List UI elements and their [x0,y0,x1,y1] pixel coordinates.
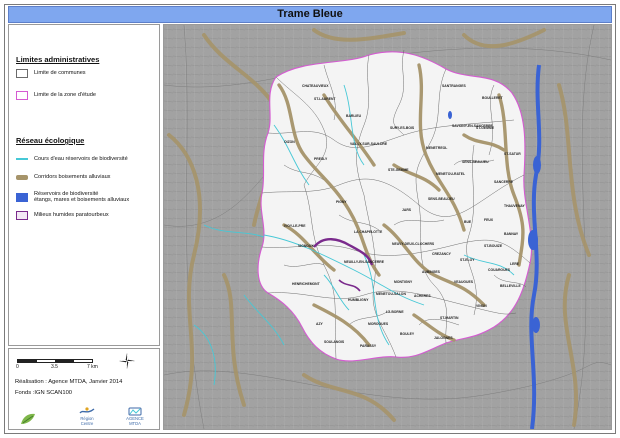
map-canvas[interactable]: CHATEAUVIEUX ST-LAURENT BARLIEU SANTRANG… [164,25,611,429]
legend-label: Milieux humides paratourbeux [34,211,109,218]
commune-label: NEUVY-DEUX-CLOCHERS [392,242,435,246]
legend-label: Limite de communes [34,69,86,76]
commune-label: THAUVENAY [504,204,526,208]
corridor-swatch [16,174,28,180]
commune-label: STE-GEMME [388,168,409,172]
legend-panel: Limites administratives Limite de commun… [8,24,160,346]
compass-rose-icon [119,353,135,369]
commune-label: PIGNY [336,200,347,204]
commune-label: VINON [476,304,487,308]
scale-segment [18,360,37,362]
study-zone-swatch [16,90,28,100]
commune-label: IVOY-LE-PRE [284,224,306,228]
commune-label: MENETOU-SALON [376,292,406,296]
map-title: Trame Bleue [8,6,612,23]
commune-label: AZY [316,322,324,326]
scale-segment [55,360,74,362]
legend-label: Corridors boisements alluviaux [34,173,111,180]
mtda-mark-icon [128,407,142,416]
reservoir-swatch [16,192,28,202]
commune-label: JARS [402,208,412,212]
wetland-swatch [16,210,28,220]
commune-label: LA CHAPELOTTE [354,230,383,234]
credit-realisation: Réalisation : Agence MTDA, Janvier 2014 [15,379,123,385]
info-panel: 0 3.5 7 km Réalisation : Agence MTDA, Ja… [8,348,160,430]
legend-label: Cours d'eau réservoirs de biodiversité [34,155,128,162]
commune-label: MOROGUES [368,322,389,326]
scale-labels: 0 3.5 7 km [15,364,115,372]
scale-tick-label: 0 [16,364,19,370]
legend-eco-title: Réseau écologique [16,136,85,145]
commune-label: SENS-BEAUJEU [428,197,455,201]
commune-label: ST-LAURENT [314,97,336,101]
region-centre-logo: Région Centre [72,404,102,426]
commune-label: VEAUGUES [454,280,474,284]
commune-label: ST-MARTIN [440,316,459,320]
commune-label: LERE [510,262,520,266]
credit-fonds: Fonds :IGN SCAN100 [15,390,73,396]
commune-label: BARLIEU [346,114,362,118]
scale-tick-label: 3.5 [51,364,58,370]
legend-item-wetlands: Milieux humides paratourbeux [16,209,109,221]
commune-label: BOULEY [400,332,415,336]
commune-label: VAILLY-SUR-SAULDRE [350,142,388,146]
commune-label: HUMBLIGNY [348,298,369,302]
logo-text: AGENCE MTDA [126,416,144,426]
departement-logo [13,404,43,426]
commune-label: CHATEAUVIEUX [302,84,329,88]
commune-label: NEUILLY-EN-SANCERRE [344,260,385,264]
legend-item-rivers: Cours d'eau réservoirs de biodiversité [16,153,128,165]
scale-bar [17,359,93,363]
legend-label: Réservoirs de biodiversité étangs, mares… [34,190,130,203]
legend-admin-title: Limites administratives [16,55,100,64]
commune-label: BUE [464,220,472,224]
commune-label: COUARGUES [488,268,511,272]
legend-item-corridors: Corridors boisements alluviaux [16,171,110,183]
scale-tick-label: 7 km [87,364,98,370]
commune-label: LA BORNE [386,310,404,314]
commune-label: CREZANCY [432,252,452,256]
legend-item-reservoirs: Réservoirs de biodiversité étangs, mares… [16,190,129,204]
commune-label: ST-SATUR [504,152,521,156]
commune-label: AUBINGES [422,270,441,274]
commune-label: JALOGNES [434,336,453,340]
commune-label: ST-GEMME [476,126,495,130]
map-area[interactable]: CHATEAUVIEUX ST-LAURENT BARLIEU SANTRANG… [163,24,612,430]
commune-label: SENS-BEAUJEU [462,160,489,164]
commune-label: HENRICHEMONT [292,282,321,286]
commune-label: BOULLERET [482,96,504,100]
commune-label: BANNAY [504,232,519,236]
logo-text: Région Centre [80,416,94,426]
commune-boundary-swatch [16,68,28,78]
commune-label: FEUX [484,218,494,222]
commune-label: SANTRANGES [442,84,466,88]
commune-label: PARASSY [360,344,377,348]
commune-label: OIZON [284,140,295,144]
commune-label: BELLEVILLE [500,284,521,288]
commune-label: MONTIGNY [394,280,413,284]
region-wave-icon [79,407,95,414]
commune-label: SURY-ES-BOIS [390,126,415,130]
commune-label: ST-ELOY [460,258,475,262]
legend-item-communes: Limite de communes [16,67,86,79]
legend-item-study-zone: Limite de la zone d'étude [16,89,96,101]
mtda-logo: AGENCE MTDA [117,404,153,426]
commune-label: VIGNOUX [298,244,314,248]
commune-label: SOULANGIS [324,340,345,344]
commune-label: PRESLY [314,157,328,161]
commune-label: MENETOU-RATEL [436,172,465,176]
legend-label: Limite de la zone d'étude [34,91,97,98]
commune-label: ACHERES [414,294,431,298]
leaf-logo-icon [21,413,35,424]
commune-label: ST-BOUIZE [484,244,503,248]
river-swatch [16,158,28,160]
commune-label: MENETREOL [426,146,447,150]
commune-label: SANCERRE [494,180,514,184]
